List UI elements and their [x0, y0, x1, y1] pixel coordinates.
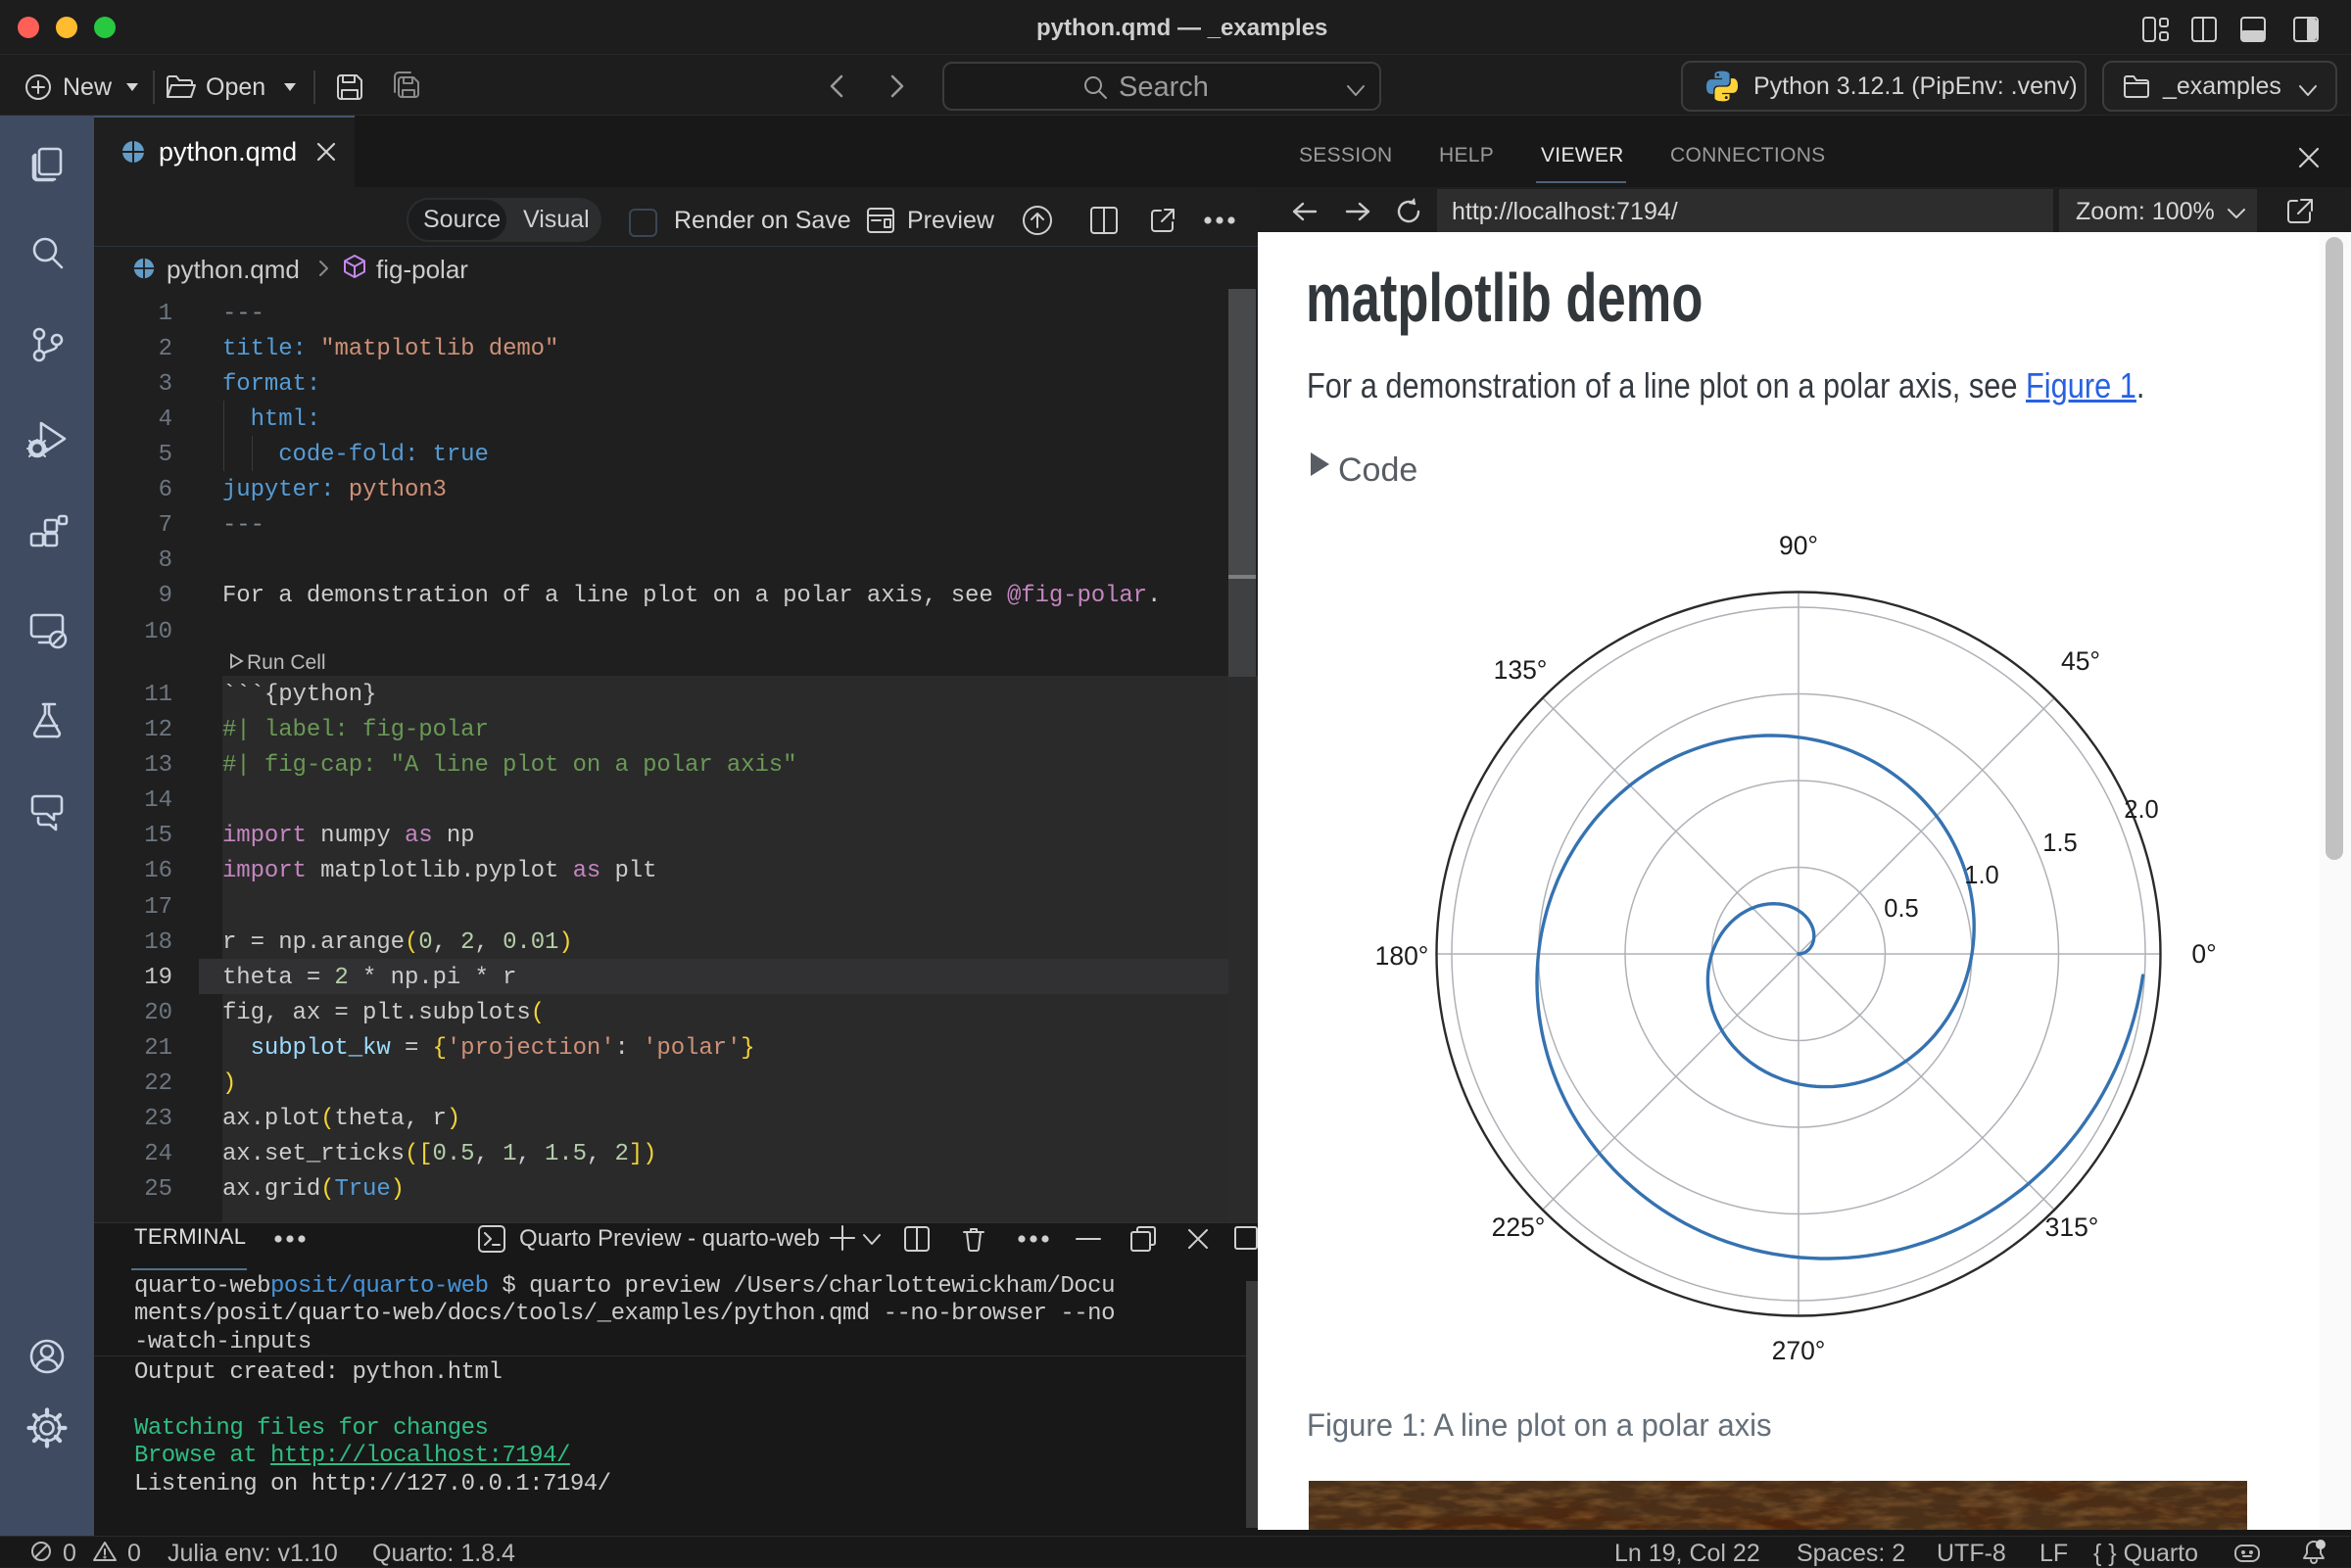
svg-text:270°: 270° [1772, 1336, 1826, 1365]
svg-text:0°: 0° [2191, 939, 2216, 969]
svg-text:315°: 315° [2045, 1212, 2099, 1242]
svg-text:1.0: 1.0 [1964, 862, 1998, 889]
svg-text:90°: 90° [1779, 531, 1818, 560]
svg-text:225°: 225° [1492, 1212, 1546, 1242]
svg-text:45°: 45° [2061, 646, 2100, 676]
svg-text:1.5: 1.5 [2042, 830, 2077, 857]
svg-text:0.5: 0.5 [1884, 895, 1918, 923]
svg-text:180°: 180° [1375, 941, 1429, 971]
svg-text:2.0: 2.0 [2124, 796, 2158, 824]
svg-text:135°: 135° [1494, 655, 1548, 685]
